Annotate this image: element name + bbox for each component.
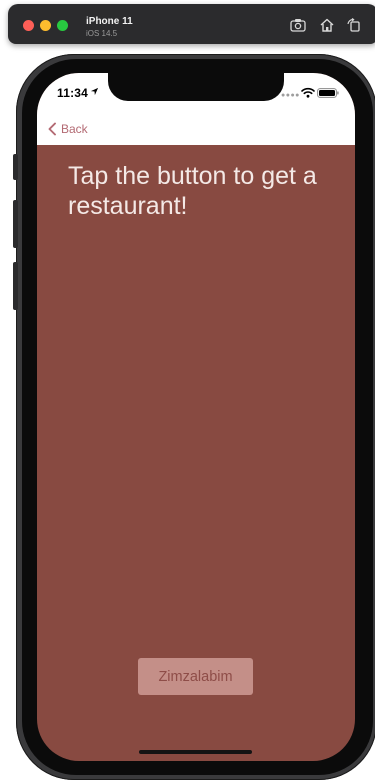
volume-down-button <box>13 262 18 310</box>
signal-dots-icon: ●●●● <box>281 92 300 99</box>
close-window-button[interactable] <box>23 20 34 31</box>
phone-screen: 11:34 ●●●● Back Tap the button to get a … <box>37 73 355 761</box>
back-button[interactable]: Back <box>47 120 88 138</box>
home-icon[interactable] <box>319 18 335 32</box>
volume-up-button <box>13 200 18 248</box>
status-time: 11:34 <box>57 86 89 100</box>
screenshot-icon[interactable] <box>290 18 306 32</box>
chevron-left-icon <box>48 122 56 136</box>
status-icons: ●●●● <box>281 87 341 99</box>
battery-icon <box>317 88 339 98</box>
page-headline: Tap the button to get a restaurant! <box>68 162 317 220</box>
minimize-window-button[interactable] <box>40 20 51 31</box>
device-os-version: iOS 14.5 <box>86 29 118 38</box>
simulator-titlebar: iPhone 11 iOS 14.5 <box>8 4 375 44</box>
location-arrow-icon <box>90 87 99 96</box>
get-restaurant-button-label: Zimzalabim <box>158 668 233 685</box>
silent-switch <box>13 154 18 180</box>
device-name: iPhone 11 <box>86 16 133 27</box>
wifi-icon <box>301 87 315 98</box>
home-indicator[interactable] <box>139 750 252 754</box>
back-button-label: Back <box>61 122 88 136</box>
notch <box>108 73 284 101</box>
get-restaurant-button[interactable]: Zimzalabim <box>138 658 253 695</box>
rotate-icon[interactable] <box>346 18 362 32</box>
zoom-window-button[interactable] <box>57 20 68 31</box>
